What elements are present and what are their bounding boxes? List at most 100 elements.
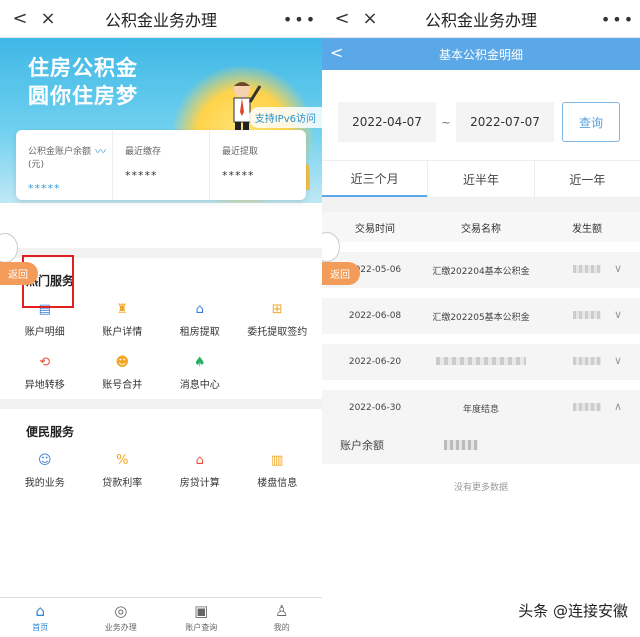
- banner-line-2: 圆你住房梦: [28, 84, 138, 108]
- withdraw-label: 最近提取: [222, 147, 259, 157]
- cart-icon: ⊞: [271, 301, 283, 317]
- blurred-balance: [444, 440, 478, 450]
- percent-icon: %: [116, 452, 129, 468]
- balance-row: 账户余额: [322, 426, 640, 464]
- user-icon: ☺: [37, 452, 52, 468]
- left-navbar: < × 公积金业务办理 •••: [0, 0, 322, 38]
- deposit-label: 最近缴存: [125, 147, 162, 157]
- tab-one-year[interactable]: 近一年: [533, 161, 640, 197]
- convenience-service-item[interactable]: ☺ 我的业务: [6, 452, 84, 490]
- tab-label: 首页: [32, 622, 49, 632]
- balance-cell: 公积金账户余额(元) ***** 〰: [16, 130, 112, 200]
- withdraw-value: *****: [222, 169, 255, 182]
- convenience-service-label: 楼盘信息: [257, 478, 298, 489]
- date-separator: ~: [441, 115, 451, 129]
- detail-header: < 基本公积金明细: [322, 38, 640, 70]
- return-button[interactable]: 返回: [322, 262, 360, 285]
- close-icon[interactable]: ×: [356, 0, 384, 38]
- hot-service-label: 委托提取签约: [247, 327, 308, 338]
- account-icon: ▣: [194, 601, 209, 620]
- row-date: 2022-06-08: [348, 311, 402, 321]
- tab-three-months[interactable]: 近三个月: [322, 161, 428, 197]
- circle-icon: ◎: [114, 601, 128, 620]
- back-icon[interactable]: <: [6, 0, 34, 38]
- divider: [0, 399, 322, 409]
- hot-service-item[interactable]: ⊞ 委托提取签约: [239, 301, 317, 339]
- tab-circle[interactable]: ◎ 业务办理: [81, 598, 162, 637]
- banner-line-1: 住房公积金: [28, 56, 138, 80]
- blurred-name: [436, 356, 526, 365]
- convenience-service-item[interactable]: ⌂ 房贷计算: [161, 452, 239, 490]
- transfer-icon: ⟲: [39, 354, 51, 370]
- right-navbar: < × 公积金业务办理 •••: [322, 0, 640, 38]
- end-date-input[interactable]: 2022-07-07: [456, 102, 554, 142]
- start-date-input[interactable]: 2022-04-07: [338, 102, 436, 142]
- convenience-service-label: 贷款利率: [102, 478, 143, 489]
- chevron-down-icon[interactable]: ∨: [614, 354, 622, 367]
- deposit-cell: 最近缴存 *****: [112, 130, 209, 200]
- date-filter: 2022-04-07 ~ 2022-07-07 查询: [322, 70, 640, 160]
- row-amount: [534, 402, 640, 414]
- hot-service-item[interactable]: ♠ 消息中心: [161, 354, 239, 392]
- hot-service-label: 账号合并: [102, 380, 143, 391]
- convenience-service-item[interactable]: ▥ 楼盘信息: [239, 452, 317, 490]
- tab-label: 账户查询: [185, 622, 218, 632]
- tab-label: 我的: [273, 622, 290, 632]
- more-icon[interactable]: •••: [283, 0, 315, 38]
- hot-service-item[interactable]: ⌂ 租房提取: [161, 301, 239, 339]
- building-icon: ▥: [271, 452, 284, 468]
- person-icon: ♙: [275, 601, 289, 620]
- blurred-amount: [573, 402, 601, 411]
- blurred-amount: [573, 310, 601, 319]
- house-calc-icon: ⌂: [195, 452, 204, 468]
- hot-services-grid: ▤ 账户明细 ♜ 账户详情 ⌂ 租房提取 ⊞ 委托提取签约 ⟲ 异地转移 ☻ 账号合并 ♠ 消息中心: [0, 301, 322, 392]
- eye-toggle-icon[interactable]: 〰: [95, 143, 106, 159]
- table-row[interactable]: 2022-05-06 汇缴202204基本公积金 ∨: [322, 252, 640, 288]
- balance-label: 公积金账户余额(元): [28, 147, 92, 170]
- close-icon[interactable]: ×: [34, 0, 62, 38]
- convenience-service-item[interactable]: % 贷款利率: [84, 452, 162, 490]
- hot-service-label: 账户详情: [102, 327, 143, 338]
- table-row[interactable]: 2022-06-20 ∨: [322, 344, 640, 380]
- tab-account[interactable]: ▣ 账户查询: [161, 598, 242, 637]
- hot-service-item[interactable]: ☻ 账号合并: [84, 354, 162, 392]
- account-summary-card[interactable]: 公积金账户余额(元) ***** 〰 最近缴存 ***** 最近提取 *****: [16, 130, 306, 200]
- hot-service-label: 账户明细: [24, 327, 65, 338]
- table-row[interactable]: 2022-06-08 汇缴202205基本公积金 ∨: [322, 298, 640, 334]
- back-icon[interactable]: <: [330, 43, 343, 62]
- money-bag-icon: ♜: [116, 301, 129, 317]
- balance-label: 账户余额: [340, 439, 384, 452]
- table-row-expanded[interactable]: 2022-06-30 年度结息 ∧: [322, 390, 640, 426]
- left-screen: < × 公积金业务办理 ••• 住房公积金 圆你住房梦 支持IPv6访问 公积金…: [0, 0, 322, 637]
- query-button[interactable]: 查询: [562, 102, 620, 142]
- hot-service-item[interactable]: ♜ 账户详情: [84, 301, 162, 339]
- tab-half-year[interactable]: 近半年: [427, 161, 533, 197]
- convenience-title: 便民服务: [26, 425, 75, 439]
- spacer: [322, 198, 640, 212]
- banner-slogan: 住房公积金 圆你住房梦: [28, 54, 138, 110]
- return-button[interactable]: 返回: [0, 262, 38, 285]
- hot-service-label: 异地转移: [24, 380, 65, 391]
- chevron-up-icon[interactable]: ∧: [614, 400, 622, 413]
- row-name: 汇缴202205基本公积金: [432, 312, 530, 323]
- tab-person[interactable]: ♙ 我的: [242, 598, 323, 637]
- row-name: 汇缴202204基本公积金: [432, 266, 530, 277]
- back-icon[interactable]: <: [328, 0, 356, 38]
- home-icon: ⌂: [35, 601, 46, 620]
- balance-value: *****: [28, 182, 61, 195]
- convenience-service-label: 房贷计算: [179, 478, 220, 489]
- row-amount: [534, 310, 640, 322]
- header-name: 交易名称: [461, 223, 501, 235]
- tab-label: 业务办理: [104, 622, 137, 632]
- header-time: 交易时间: [355, 223, 395, 235]
- hot-service-item[interactable]: ⟲ 异地转移: [6, 354, 84, 392]
- no-more-data: 没有更多数据: [453, 483, 508, 493]
- chevron-down-icon[interactable]: ∨: [614, 262, 622, 275]
- row-date: 2022-06-20: [348, 357, 402, 367]
- user-merge-icon: ☻: [115, 354, 130, 370]
- chevron-down-icon[interactable]: ∨: [614, 308, 622, 321]
- watermark: 头条 @连接安徽: [518, 602, 628, 620]
- tab-home[interactable]: ⌂ 首页: [0, 598, 81, 637]
- more-icon[interactable]: •••: [601, 0, 633, 38]
- period-tabs: 近三个月 近半年 近一年: [322, 160, 640, 198]
